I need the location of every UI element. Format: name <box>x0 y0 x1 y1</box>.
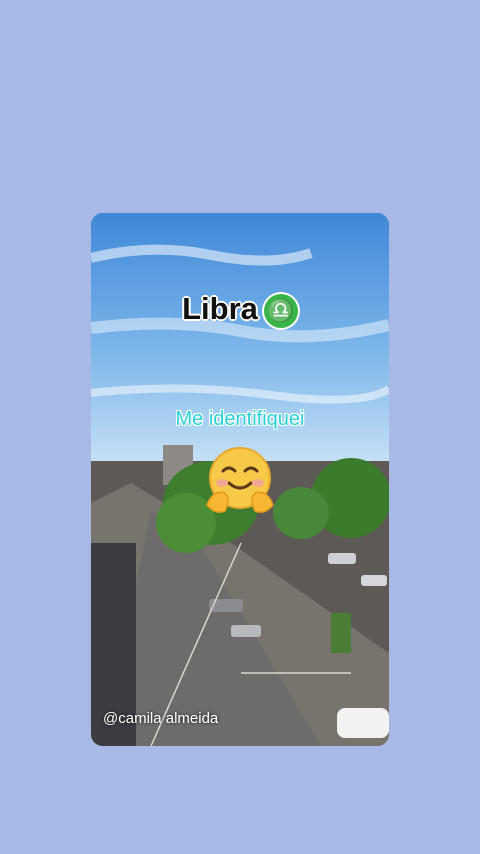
libra-zodiac-icon: ♎ <box>263 293 298 328</box>
story-subtitle: Me identifiquei <box>175 408 305 430</box>
creator-username: @camila almeida <box>103 710 219 727</box>
story-title: Libra ♎ <box>91 291 389 328</box>
hugging-face-icon <box>206 447 274 513</box>
story-title-text: Libra <box>182 291 258 326</box>
story-card[interactable]: Libra ♎ Me identifiquei @camila almeida <box>91 213 389 746</box>
